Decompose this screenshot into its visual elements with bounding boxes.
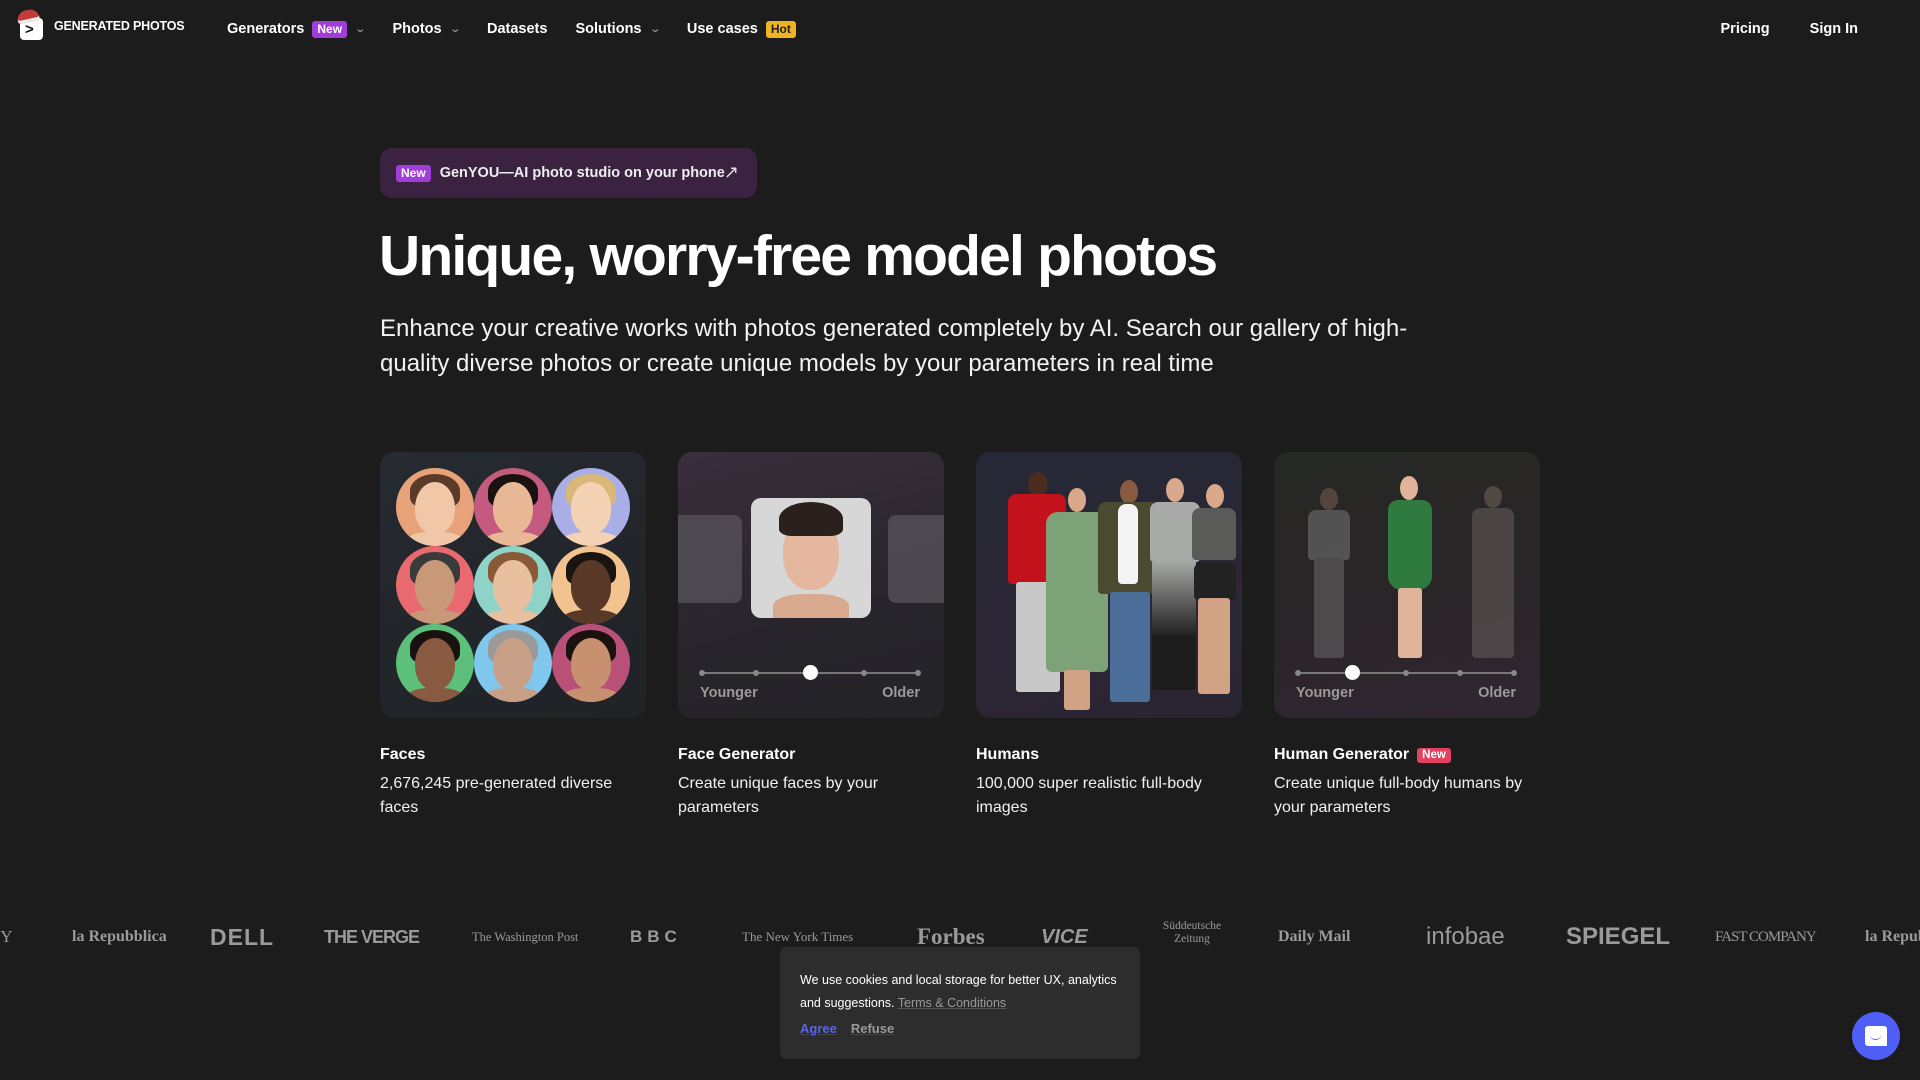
face-thumbnail	[552, 624, 630, 702]
card-title: Humans	[976, 746, 1242, 764]
face-thumbnail	[474, 624, 552, 702]
logo-text: GENERATED PHOTOS	[54, 19, 185, 33]
cookie-actions: Agree Refuse	[800, 1021, 1122, 1036]
slider-step[interactable]	[1295, 670, 1301, 676]
new-badge: New	[312, 20, 348, 38]
humans-group-image	[976, 452, 1242, 718]
promo-text: GenYOU—AI photo studio on your phone	[439, 165, 725, 181]
face-thumbnail	[552, 468, 630, 546]
chevron-down-icon: ⌄	[648, 23, 661, 35]
age-slider[interactable]	[1295, 665, 1517, 680]
card-description: 100,000 super realistic full-body images	[976, 775, 1202, 816]
chat-button[interactable]	[1852, 1012, 1900, 1060]
slider-step[interactable]	[1403, 670, 1409, 676]
age-slider[interactable]	[699, 665, 921, 680]
card-title: Faces	[380, 746, 646, 764]
face-thumbnail	[396, 468, 474, 546]
cookie-message: We use cookies and local storage for bet…	[800, 969, 1122, 1015]
press-logo-dell: DELL	[210, 924, 275, 950]
refuse-button[interactable]: Refuse	[851, 1021, 894, 1036]
nav-label: Solutions	[575, 21, 642, 37]
card-title: Human Generator New	[1274, 746, 1540, 764]
card-description: 2,676,245 pre-generated diverse faces	[380, 775, 613, 816]
face-thumbnail-younger	[678, 515, 742, 603]
nav-item-use-cases[interactable]: Use cases Hot	[686, 20, 796, 38]
card-humans[interactable]: Humans 100,000 super realistic full-body…	[976, 452, 1242, 820]
slider-step[interactable]	[861, 670, 867, 676]
nav-label: Photos	[392, 21, 442, 37]
press-logo-sueddeutsche: Süddeutsche Zeitung	[1162, 920, 1222, 945]
press-logo-daily-mail: Daily Mail	[1278, 928, 1351, 945]
sign-in-link[interactable]: Sign In	[1810, 21, 1858, 37]
chevron-down-icon: ⌄	[354, 23, 367, 35]
face-thumbnail	[474, 468, 552, 546]
slider-step[interactable]	[699, 670, 705, 676]
slider-step[interactable]	[1457, 670, 1463, 676]
slider-step[interactable]	[1511, 670, 1517, 676]
nav-item-photos[interactable]: Photos ⌄	[392, 21, 461, 37]
card-title-text: Face Generator	[678, 746, 796, 763]
human-generator-preview: Younger Older	[1274, 452, 1540, 718]
slider-min-label: Younger	[700, 685, 758, 701]
new-badge: New	[396, 164, 431, 182]
pricing-link[interactable]: Pricing	[1721, 21, 1770, 37]
chat-icon	[1865, 1026, 1887, 1046]
card-title-text: Humans	[976, 746, 1040, 763]
faces-image-grid	[380, 452, 646, 718]
face-thumbnail	[396, 546, 474, 624]
press-logo-fast-company: FAST COMPANY	[1715, 929, 1817, 945]
hero-subtitle: Enhance your creative works with photos …	[380, 315, 1408, 377]
slider-max-label: Older	[882, 685, 920, 701]
face-portrait	[751, 498, 871, 618]
face-thumbnail	[474, 546, 552, 624]
press-logo-spiegel: SPIEGEL	[1566, 923, 1671, 950]
nav-item-solutions[interactable]: Solutions ⌄	[575, 21, 661, 37]
slider-max-label: Older	[1478, 685, 1516, 701]
nav-item-datasets[interactable]: Datasets	[487, 21, 547, 37]
press-logo-infobae: infobae	[1426, 923, 1505, 950]
card-faces[interactable]: Faces 2,676,245 pre-generated diverse fa…	[380, 452, 646, 820]
hot-badge: Hot	[765, 20, 796, 38]
slider-step[interactable]	[915, 670, 921, 676]
card-title-text: Faces	[380, 746, 426, 763]
slider-thumb[interactable]	[1345, 665, 1360, 680]
press-logo-washington-post: The Washington Post	[472, 930, 579, 944]
terms-link[interactable]: Terms & Conditions	[898, 996, 1006, 1010]
card-face-generator[interactable]: Younger Older Face Generator Create uniq…	[678, 452, 944, 820]
agree-button[interactable]: Agree	[800, 1021, 837, 1036]
card-title: Face Generator	[678, 746, 944, 764]
nav-label: Generators	[227, 21, 305, 37]
press-logo-la-repubblica-repeat: la Repubblica	[1865, 928, 1920, 945]
face-thumbnail	[396, 624, 474, 702]
page-title: Unique, worry-free model photos	[379, 224, 1218, 288]
top-nav: > GENERATED PHOTOS Generators New ⌄ Phot…	[0, 0, 1920, 58]
card-human-generator[interactable]: Younger Older Human Generator New Create…	[1274, 452, 1540, 820]
card-description: Create unique faces by your parameters	[678, 775, 879, 816]
cookie-banner: We use cookies and local storage for bet…	[780, 947, 1140, 1059]
chevron-down-icon: ⌄	[448, 23, 461, 35]
nav-label: Use cases	[686, 21, 758, 37]
press-logo-bbc: BBC	[630, 927, 682, 946]
face-thumbnail-older	[888, 515, 944, 603]
main-menu: Generators New ⌄ Photos ⌄ Datasets Solut…	[227, 0, 824, 58]
new-badge: New	[1417, 747, 1451, 763]
arrow-up-right-icon: ↗	[723, 162, 739, 182]
face-thumbnail	[552, 546, 630, 624]
nav-right: Pricing Sign In	[1721, 0, 1859, 58]
nav-label: Datasets	[486, 21, 548, 37]
face-generator-preview: Younger Older	[678, 452, 944, 718]
card-description: Create unique full-body humans by your p…	[1274, 775, 1523, 816]
slider-thumb[interactable]	[803, 665, 818, 680]
press-logo-la-repubblica: la Repubblica	[72, 928, 167, 945]
logo[interactable]: > GENERATED PHOTOS	[15, 7, 185, 40]
slider-step[interactable]	[753, 670, 759, 676]
slider-min-label: Younger	[1296, 685, 1354, 701]
press-logo-fast-company-partial: NY	[0, 927, 13, 946]
press-logo-the-verge: THE VERGE	[324, 927, 420, 947]
card-title-text: Human Generator	[1274, 746, 1410, 763]
promo-banner[interactable]: New GenYOU—AI photo studio on your phone…	[380, 148, 757, 198]
nav-item-generators[interactable]: Generators New ⌄	[227, 20, 367, 38]
logo-icon: >	[15, 7, 44, 40]
